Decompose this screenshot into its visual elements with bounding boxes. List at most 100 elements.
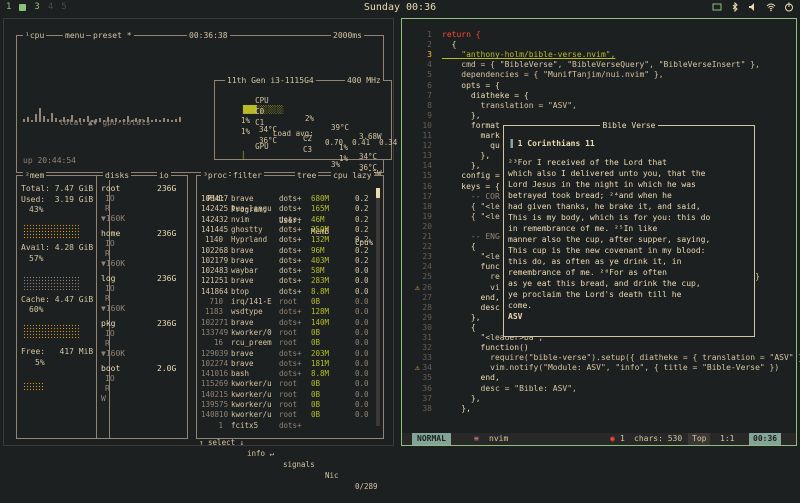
line-number: 21 <box>422 232 432 241</box>
popup-verse-text: ²³For I received of the Lord that which … <box>508 158 711 310</box>
code-line[interactable]: format <box>442 121 500 131</box>
code-line[interactable]: }, <box>442 394 481 404</box>
gpu-row: GPU ▏ 3% 0.15W <box>219 133 387 178</box>
code-line[interactable]: diatheke = { <box>442 91 529 101</box>
line-number: 16 <box>422 181 432 191</box>
preset-button[interactable]: preset * <box>91 31 134 40</box>
disk-io: IO <box>105 284 115 293</box>
disk-name: home <box>101 229 121 238</box>
code-line[interactable]: { <box>442 323 476 333</box>
cpu-graph-bar <box>51 113 53 122</box>
code-line[interactable]: cmd = { "BibleVerse", "BibleVerseQuery",… <box>442 60 760 70</box>
io-tab[interactable]: io <box>157 171 171 180</box>
popup-heading-text: 1 Corinthians 11 <box>517 139 595 148</box>
core-temp: 34°C <box>359 152 378 161</box>
window-icon[interactable] <box>712 2 722 12</box>
code-line[interactable]: end, <box>442 373 500 383</box>
core-label: C3 <box>303 145 313 154</box>
code-line[interactable]: return { <box>442 30 481 40</box>
btop-window[interactable]: ¹cpu menu preset * 00:36:38 2000ms total… <box>3 18 397 491</box>
code-line[interactable]: require("bible-verse").setup({ diatheke … <box>442 353 800 363</box>
disk-io: IO <box>105 239 115 248</box>
disk-name: boot <box>101 364 121 373</box>
diagnostic-count: 1 <box>620 434 625 443</box>
code-line[interactable]: { <box>442 242 476 252</box>
line-number: 14 <box>422 161 432 171</box>
code-line[interactable]: }, <box>442 161 481 171</box>
code-line[interactable]: translation = "ASV", <box>442 101 577 111</box>
filter-button[interactable]: filter <box>231 171 264 180</box>
warning-icon[interactable]: ⚠ <box>415 363 420 373</box>
line-number: 17 <box>422 191 432 201</box>
signals-hint[interactable]: signals <box>283 459 315 470</box>
wifi-icon[interactable] <box>766 2 776 12</box>
line-number: 11 <box>422 131 432 140</box>
code-line[interactable]: { <box>442 40 457 50</box>
proc-footer: ↑ select ↓ info ↵ signals Nic 0/289 <box>199 426 378 491</box>
nice-hint[interactable]: Nic <box>325 470 339 481</box>
code-line[interactable]: keys = { <box>442 182 500 192</box>
line-number: 1 <box>427 30 432 39</box>
code-line[interactable]: mark <box>442 131 500 141</box>
code-line[interactable]: dependencies = { "MunifTanjim/nui.nvim" … <box>442 70 663 80</box>
menu-button[interactable]: menu <box>63 31 87 40</box>
tree-button[interactable]: tree <box>295 171 319 180</box>
cpu-graph-bar <box>179 117 181 122</box>
code-line[interactable]: }, <box>442 151 491 161</box>
code-line[interactable]: function() <box>442 343 529 353</box>
top-bar: 1 3 4 5 Sunday 00:36 <box>0 0 800 16</box>
status-line: NORMAL ≡ nvim ◉ 1 chars: 530 Top 1:1 00:… <box>402 433 796 445</box>
code-line[interactable]: -- COR <box>442 192 500 202</box>
sort-selector[interactable]: cpu lazy <box>331 171 374 180</box>
code-line[interactable]: "<le <box>442 252 500 262</box>
code-line[interactable]: }, <box>442 111 481 121</box>
bluetooth-icon[interactable] <box>730 2 740 12</box>
scrollbar-thumb[interactable] <box>376 188 380 198</box>
line-number: 13 <box>422 151 432 161</box>
refresh-rate[interactable]: 2000ms <box>331 31 364 40</box>
mem-tab[interactable]: ²mem <box>23 171 47 180</box>
cpu-graph-bar <box>175 119 177 122</box>
code-line[interactable]: opts = { <box>442 81 500 91</box>
bible-verse-popup[interactable]: Bible Verse ▌ 1 Corinthians 11 ²³For I r… <box>503 121 755 337</box>
line-number: 5 <box>427 70 432 80</box>
cpu-graph-bar <box>47 119 49 122</box>
cpu-graph-bar <box>35 114 37 122</box>
line-number: 33 <box>422 353 432 363</box>
code-line[interactable]: vim.notify("Module: ASV", "info", { titl… <box>442 363 779 373</box>
disk-io: IO <box>105 374 115 383</box>
code-line[interactable]: "anthony-holm/bible-verse.nvim", <box>442 50 615 60</box>
code-line[interactable]: desc = "Bible: ASV", <box>442 384 577 394</box>
line-number: 25 <box>422 272 432 282</box>
cpu-graph-bar <box>167 119 169 122</box>
power-icon[interactable] <box>784 2 794 12</box>
line-number: 18 <box>422 201 432 211</box>
disk-write: ▼160K <box>101 304 126 313</box>
line-number: 23 <box>422 252 432 262</box>
line-number: 30 <box>422 322 432 332</box>
line-number: 35 <box>422 373 432 383</box>
code-line[interactable]: func <box>442 262 500 272</box>
code-line[interactable]: desc <box>442 303 500 313</box>
code-line[interactable]: }, <box>442 404 471 414</box>
code-line[interactable]: end, <box>442 293 500 303</box>
line-number: 2 <box>427 40 432 50</box>
gpu-bar: ▏ <box>243 151 248 160</box>
line-number: 15 <box>422 171 432 181</box>
disks-tab[interactable]: disks <box>103 171 132 180</box>
warning-icon[interactable]: ⚠ <box>415 283 420 293</box>
disk-write: W <box>101 394 106 403</box>
char-count: chars: 530 <box>634 434 683 443</box>
code-line[interactable]: config = <box>442 171 500 181</box>
select-hint[interactable]: ↑ select ↓ <box>199 437 244 448</box>
code-line[interactable]: qu <box>442 141 500 151</box>
cpu-tab[interactable]: ¹cpu <box>23 31 47 40</box>
nvim-window[interactable]: 1 return {2 {3 "anthony-holm/bible-verse.… <box>401 18 800 446</box>
disk-write: ▼160K <box>101 349 126 358</box>
code-line[interactable]: }, <box>442 313 481 323</box>
code-line[interactable]: -- ENG <box>442 232 500 242</box>
proc-tab[interactable]: ³proc <box>201 171 230 180</box>
mem-avail: Avail: 4.28 GiB <box>21 243 94 252</box>
volume-icon[interactable] <box>748 2 758 12</box>
proc-scrollbar[interactable] <box>376 188 380 426</box>
